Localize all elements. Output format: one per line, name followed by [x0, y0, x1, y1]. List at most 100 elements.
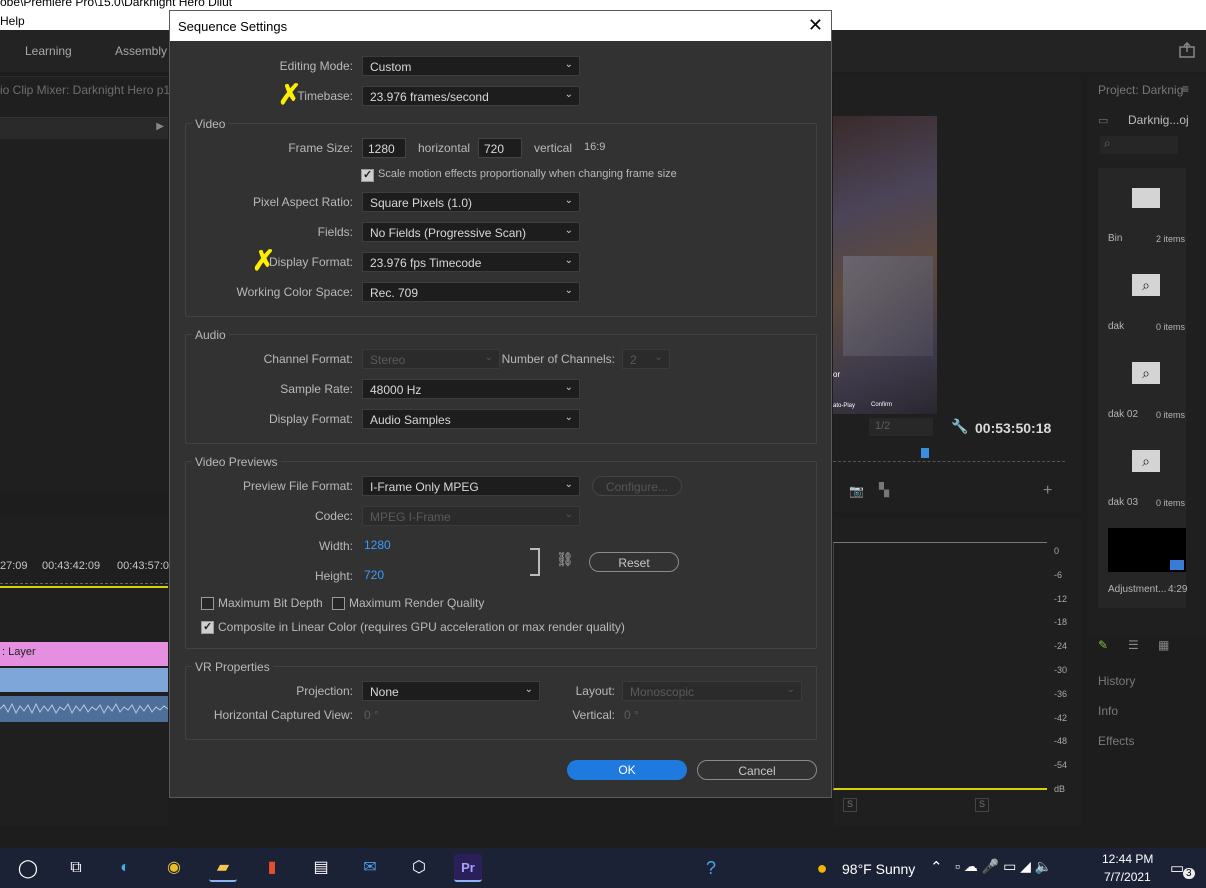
frame-width-input[interactable]: 1280	[362, 138, 406, 158]
workspace-tab-assembly[interactable]: Assembly	[115, 44, 167, 58]
close-icon[interactable]: ✕	[808, 15, 823, 36]
chain-link-icon[interactable]: ⛓	[556, 551, 574, 568]
project-search-input[interactable]: ⌕	[1100, 136, 1178, 154]
mail-icon[interactable]: ✉	[356, 854, 384, 882]
ok-button[interactable]: OK	[567, 760, 687, 780]
par-select[interactable]: Square Pixels (1.0) ⌄	[362, 192, 580, 212]
play-triangle-icon[interactable]: ▶	[156, 121, 164, 132]
scale-motion-checkbox[interactable]	[361, 168, 374, 182]
app-icon[interactable]: ⬡	[405, 854, 433, 882]
num-channels-select[interactable]: 2 ⌄	[622, 349, 670, 369]
timeline-ruler[interactable]	[0, 576, 168, 584]
office-icon[interactable]: ▮	[258, 854, 286, 882]
adjustment-layer-clip[interactable]: : Layer	[0, 642, 168, 666]
adjustment-badge-icon	[1170, 560, 1184, 570]
reset-button[interactable]: Reset	[589, 552, 679, 572]
playhead[interactable]	[921, 448, 929, 458]
max-render-quality-checkbox[interactable]	[332, 597, 345, 610]
icon-view-icon[interactable]: ▦	[1158, 638, 1169, 652]
editing-mode-select[interactable]: Custom ⌄	[362, 56, 580, 76]
timebase-select[interactable]: 23.976 frames/second ⌄	[362, 86, 580, 106]
link-bracket	[530, 548, 540, 576]
solo-button-left[interactable]: S	[843, 798, 857, 812]
chevron-up-icon[interactable]: ⌃	[930, 858, 943, 876]
vertical-label: vertical	[534, 141, 573, 155]
program-scrubber[interactable]	[833, 456, 1065, 462]
layout-value: Monoscopic	[630, 685, 695, 699]
camera-icon[interactable]: 📷	[849, 484, 864, 498]
task-view-icon[interactable]: ⧉	[62, 854, 90, 882]
zoom-dropdown[interactable]: 1/2	[869, 418, 933, 436]
projection-value: None	[370, 685, 399, 699]
fields-value: No Fields (Progressive Scan)	[370, 226, 527, 240]
search-bin-icon-3[interactable]: ⌕	[1132, 450, 1160, 472]
premiere-pro-icon[interactable]: Pr	[454, 854, 482, 882]
notification-icon[interactable]: ▭	[1170, 859, 1184, 877]
clock-time[interactable]: 12:44 PM	[1102, 852, 1153, 866]
channel-format-value: Stereo	[370, 353, 406, 367]
search-bin-icon[interactable]: ⌕	[1132, 274, 1160, 296]
video-clip[interactable]	[0, 668, 168, 692]
help-icon[interactable]: ?	[697, 854, 725, 882]
meter-scale-label: -12	[1054, 593, 1068, 604]
meter-scale-label: 0	[1054, 546, 1060, 556]
editing-mode-value: Custom	[370, 60, 412, 74]
timeline-panel: 27:09 00:43:42:09 00:43:57:0 : Layer	[0, 516, 169, 826]
codec-label: Codec:	[314, 509, 353, 523]
file-explorer-icon[interactable]: ▰	[209, 854, 237, 882]
search-circle-icon[interactable]: ◯	[14, 854, 42, 882]
program-monitor: or ato-Play Confirm 1/2 🔧 00:53:50:18 📷 …	[833, 76, 1081, 512]
solo-button-right[interactable]: S	[975, 798, 989, 812]
max-bit-depth-checkbox[interactable]	[201, 597, 214, 610]
chrome-icon[interactable]: ◉	[160, 854, 188, 882]
working-color-select[interactable]: Rec. 709 ⌄	[362, 282, 580, 302]
history-panel[interactable]: History	[1098, 674, 1135, 688]
audio-display-format-select[interactable]: Audio Samples ⌄	[362, 409, 580, 429]
clock-date[interactable]: 7/7/2021	[1104, 870, 1151, 884]
project-bin-list: Bin 2 items ⌕ dak 0 items ⌕ dak 02 0 ite…	[1098, 168, 1187, 608]
audio-clip[interactable]	[0, 696, 169, 722]
compare-icon[interactable]: ▚	[879, 482, 889, 498]
adjustment-name: Adjustment...	[1108, 584, 1167, 595]
frame-width-value: 1280	[368, 142, 395, 156]
codec-select[interactable]: MPEG I-Frame ⌄	[362, 506, 580, 526]
bin-folder-icon[interactable]	[1132, 188, 1160, 208]
menu-icon[interactable]: ≡	[1182, 82, 1189, 96]
tray-icons[interactable]: ▫ ☁ 🎤 ▭ ◢ 🔈	[955, 858, 1052, 875]
preview-height-value[interactable]: 720	[364, 568, 384, 582]
projection-select[interactable]: None ⌄	[362, 681, 540, 701]
add-button-icon[interactable]: +	[1043, 482, 1052, 500]
configure-button[interactable]: Configure...	[592, 476, 682, 496]
channel-format-select[interactable]: Stereo ⌄	[362, 349, 500, 369]
fields-select[interactable]: No Fields (Progressive Scan) ⌄	[362, 222, 580, 242]
preview-format-select[interactable]: I-Frame Only MPEG ⌄	[362, 476, 580, 496]
search-bin-icon-2[interactable]: ⌕	[1132, 362, 1160, 384]
pencil-icon[interactable]: ✎	[1098, 638, 1108, 652]
effects-panel[interactable]: Effects	[1098, 734, 1134, 748]
meter-scale-label: dB	[1054, 784, 1066, 794]
chevron-down-icon: ⌄	[564, 509, 573, 520]
frame-height-input[interactable]: 720	[478, 138, 522, 158]
composite-linear-checkbox[interactable]	[201, 620, 214, 634]
video-display-format-select[interactable]: 23.976 fps Timecode ⌄	[362, 252, 580, 272]
workspace-tab-learning[interactable]: Learning	[25, 44, 72, 58]
par-label: Pixel Aspect Ratio:	[252, 195, 353, 209]
list-view-icon[interactable]: ☰	[1128, 638, 1139, 652]
clip-label: : Layer	[2, 646, 36, 658]
wrench-icon[interactable]: 🔧	[951, 418, 968, 435]
store-icon[interactable]: ▤	[307, 854, 335, 882]
weather-text[interactable]: 98°F Sunny	[842, 861, 915, 877]
layout-label: Layout:	[575, 684, 615, 698]
edge-icon[interactable]: ◐	[111, 854, 139, 882]
cancel-button[interactable]: Cancel	[697, 760, 817, 780]
menu-help[interactable]: Help	[0, 14, 25, 28]
work-area-bar[interactable]	[0, 586, 168, 588]
game-confirm-text: Confirm	[871, 402, 893, 408]
share-icon[interactable]	[1178, 41, 1196, 59]
adjustment-thumbnail[interactable]	[1108, 528, 1186, 572]
layout-select[interactable]: Monoscopic ⌄	[622, 681, 802, 701]
preview-width-value[interactable]: 1280	[364, 538, 391, 552]
sample-rate-select[interactable]: 48000 Hz ⌄	[362, 379, 580, 399]
info-panel[interactable]: Info	[1098, 704, 1118, 718]
vertical-vr-value: 0 °	[624, 708, 639, 722]
